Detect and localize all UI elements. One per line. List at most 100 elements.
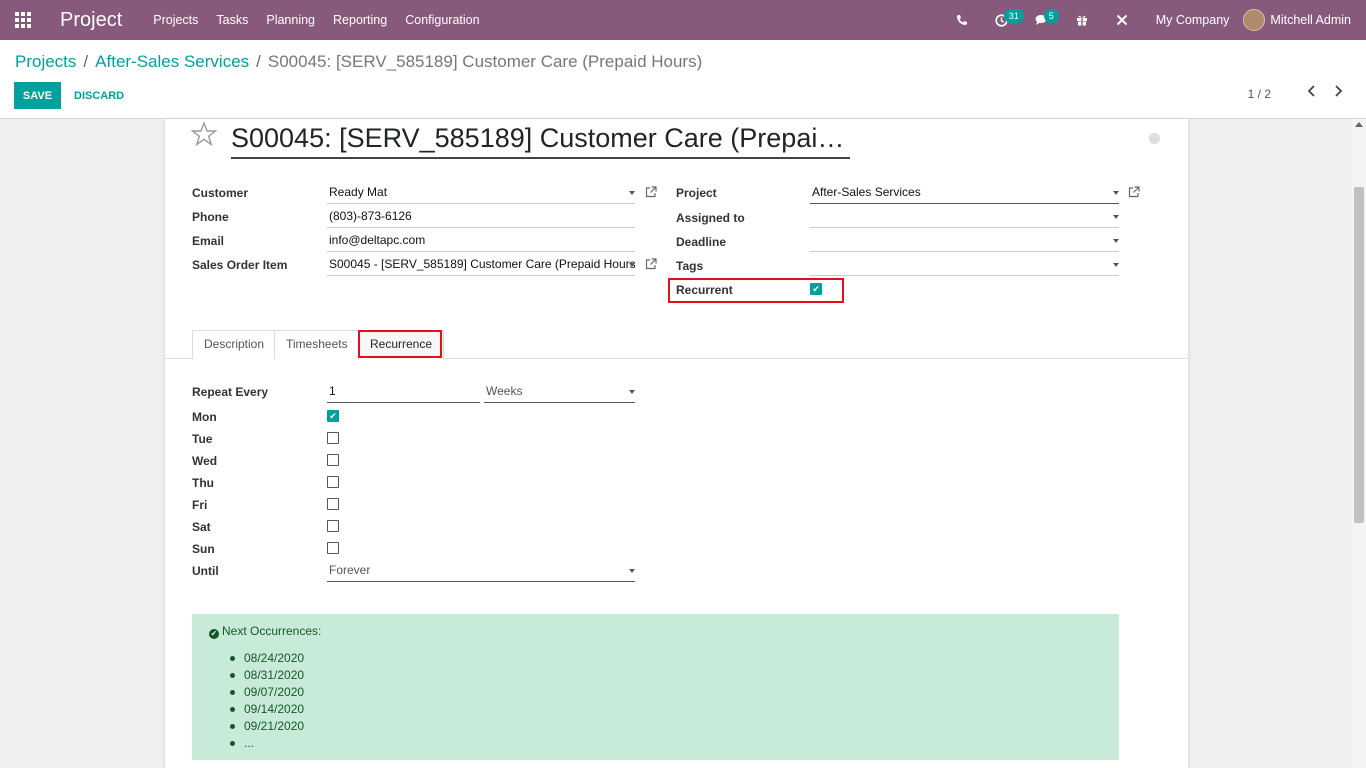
day-label-tue: Tue: [192, 432, 213, 446]
chevron-down-icon: [1113, 239, 1119, 243]
messages-badge: 5: [1043, 9, 1059, 23]
pager-previous-icon[interactable]: [1306, 84, 1318, 101]
email-label: Email: [192, 234, 225, 248]
top-navbar: Project Projects Tasks Planning Reportin…: [0, 0, 1366, 40]
discard-button[interactable]: DISCARD: [70, 82, 128, 109]
avatar: [1243, 9, 1266, 31]
user-name: Mitchell Admin: [1270, 13, 1351, 27]
until-label: Until: [192, 564, 219, 578]
assigned-to-field[interactable]: [810, 208, 1119, 228]
star-icon[interactable]: [190, 121, 218, 154]
tab-timesheets[interactable]: Timesheets: [274, 330, 360, 359]
kanban-state-icon[interactable]: [1149, 133, 1160, 144]
breadcrumb-separator: /: [83, 52, 89, 71]
chevron-down-icon: [629, 263, 635, 267]
chevron-down-icon: [1113, 263, 1119, 267]
breadcrumb-project[interactable]: After-Sales Services: [95, 52, 249, 72]
project-label: Project: [676, 186, 717, 200]
list-item: 09/07/2020: [229, 685, 305, 699]
apps-icon[interactable]: [0, 0, 46, 40]
menu-planning[interactable]: Planning: [257, 0, 324, 40]
navbar-systray: 31 5 My Company Mitchell Admin: [942, 0, 1366, 40]
menu-projects[interactable]: Projects: [144, 0, 207, 40]
menu-configuration[interactable]: Configuration: [396, 0, 488, 40]
external-link-icon[interactable]: [645, 258, 657, 273]
scrollbar[interactable]: [1352, 119, 1366, 768]
app-brand[interactable]: Project: [60, 0, 122, 40]
phone-icon[interactable]: [942, 0, 982, 40]
list-item: ...: [229, 736, 255, 750]
list-item: 08/24/2020: [229, 651, 305, 665]
until-select[interactable]: Forever: [327, 562, 635, 582]
email-field[interactable]: info@deltapc.com: [327, 232, 635, 252]
menu-reporting[interactable]: Reporting: [324, 0, 396, 40]
company-switcher[interactable]: My Company: [1142, 13, 1244, 27]
tab-description[interactable]: Description: [192, 330, 277, 359]
deadline-label: Deadline: [676, 235, 727, 249]
menu-tasks[interactable]: Tasks: [207, 0, 257, 40]
chevron-down-icon: [1113, 215, 1119, 219]
next-occurrences-label: Next Occurrences:: [222, 624, 322, 638]
activities-badge: 31: [1003, 9, 1024, 23]
user-menu[interactable]: Mitchell Admin: [1243, 9, 1366, 31]
customer-value: Ready Mat: [329, 185, 388, 199]
main-menu: Projects Tasks Planning Reporting Config…: [144, 0, 488, 40]
control-panel: Projects / After-Sales Services / S00045…: [0, 40, 1366, 119]
list-item: 09/21/2020: [229, 719, 305, 733]
recurrent-highlight: [668, 278, 844, 303]
deadline-field[interactable]: [810, 232, 1119, 252]
assigned-to-label: Assigned to: [676, 211, 745, 225]
day-checkbox-thu[interactable]: [327, 476, 339, 488]
day-label-mon: Mon: [192, 410, 217, 424]
next-occurrences-title: ✔ Next Occurrences:: [209, 624, 321, 639]
list-item: 09/14/2020: [229, 702, 305, 716]
breadcrumb-current: S00045: [SERV_585189] Customer Care (Pre…: [267, 52, 703, 71]
chevron-down-icon: [1113, 191, 1119, 195]
breadcrumb-separator: /: [256, 52, 261, 71]
project-value: After-Sales Services: [812, 185, 921, 199]
breadcrumb: Projects / After-Sales Services / S00045…: [15, 52, 702, 72]
day-label-fri: Fri: [192, 498, 208, 512]
external-link-icon[interactable]: [645, 186, 657, 201]
customer-label: Customer: [192, 186, 249, 200]
tools-icon[interactable]: [1102, 0, 1142, 40]
repeat-interval-input[interactable]: 1: [327, 383, 480, 403]
chevron-down-icon: [629, 191, 635, 195]
repeat-unit-select[interactable]: Weeks: [484, 383, 635, 403]
day-label-sun: Sun: [192, 542, 215, 556]
repeat-unit-value: Weeks: [486, 384, 523, 398]
save-button[interactable]: SAVE: [14, 82, 61, 109]
recurrence-tab-highlight: [358, 330, 442, 358]
gift-icon[interactable]: [1062, 0, 1102, 40]
phone-label: Phone: [192, 210, 229, 224]
chevron-down-icon: [629, 569, 635, 573]
day-checkbox-sat[interactable]: [327, 520, 339, 532]
sales-order-item-label: Sales Order Item: [192, 258, 288, 272]
task-title-input[interactable]: S00045: [SERV_585189] Customer Care (Pre…: [231, 123, 850, 159]
tags-field[interactable]: [810, 256, 1119, 276]
day-label-thu: Thu: [192, 476, 214, 490]
clock-icon[interactable]: 31: [982, 0, 1024, 40]
pager-value[interactable]: 1 / 2: [1248, 87, 1271, 101]
sales-order-item-field[interactable]: S00045 - [SERV_585189] Customer Care (Pr…: [327, 256, 635, 276]
list-item: 08/31/2020: [229, 668, 305, 682]
scroll-up-icon[interactable]: [1355, 122, 1363, 127]
scroll-thumb[interactable]: [1354, 187, 1364, 523]
check-circle-icon: ✔: [209, 629, 219, 639]
project-field[interactable]: After-Sales Services: [810, 184, 1119, 204]
breadcrumb-projects[interactable]: Projects: [15, 52, 76, 72]
sales-order-item-value: S00045 - [SERV_585189] Customer Care (Pr…: [329, 257, 635, 271]
day-checkbox-fri[interactable]: [327, 498, 339, 510]
pager-next-icon[interactable]: [1332, 84, 1344, 101]
day-checkbox-sun[interactable]: [327, 542, 339, 554]
customer-field[interactable]: Ready Mat: [327, 184, 635, 204]
phone-field[interactable]: (803)-873-6126: [327, 208, 635, 228]
day-label-wed: Wed: [192, 454, 218, 468]
day-checkbox-wed[interactable]: [327, 454, 339, 466]
chat-icon[interactable]: 5: [1022, 0, 1062, 40]
day-checkbox-mon[interactable]: ✔: [327, 410, 339, 422]
next-occurrences-panel: ✔ Next Occurrences: 08/24/2020 08/31/2020…: [192, 614, 1119, 760]
tags-label: Tags: [676, 259, 704, 273]
external-link-icon[interactable]: [1128, 186, 1140, 201]
day-checkbox-tue[interactable]: [327, 432, 339, 444]
